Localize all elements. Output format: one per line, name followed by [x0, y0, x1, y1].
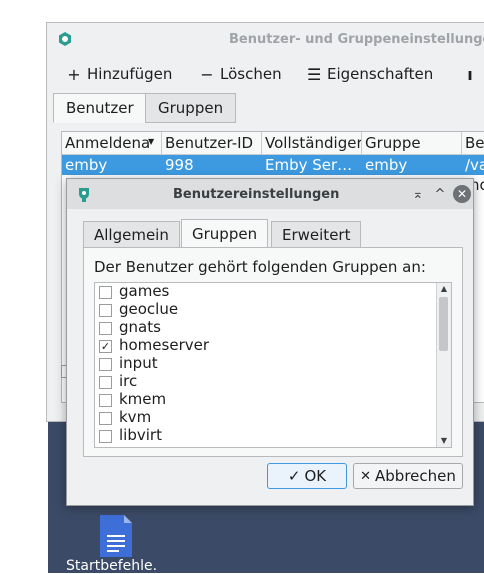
table-row[interactable]: emby 998 Emby Ser… emby /va: [62, 155, 484, 175]
list-item[interactable]: input: [95, 354, 435, 373]
column-home[interactable]: Be: [462, 132, 484, 154]
group-name: kmem: [119, 390, 167, 408]
plus-icon: +: [67, 64, 81, 84]
cell-uid: 998: [165, 156, 194, 174]
list-item[interactable]: gnats: [95, 318, 435, 337]
groups-list: games geoclue gnats ✓ homeserver input i…: [94, 282, 452, 448]
tab-users[interactable]: Benutzer: [53, 93, 147, 123]
scrollbar-thumb[interactable]: [439, 297, 448, 351]
groups-hint: Der Benutzer gehört folgenden Gruppen an…: [94, 258, 426, 276]
group-name: gnats: [119, 318, 161, 336]
sort-arrow-icon: ▼: [148, 137, 155, 146]
group-checkbox[interactable]: [99, 322, 112, 335]
delete-button[interactable]: − Löschen: [200, 63, 282, 85]
group-checkbox[interactable]: [99, 358, 112, 371]
add-label: Hinzufügen: [87, 65, 173, 83]
window-titlebar[interactable]: Benutzer- und Gruppeneinstellungen: [47, 23, 484, 55]
scroll-up-icon[interactable]: ▲: [437, 283, 451, 295]
list-item[interactable]: irc: [95, 372, 435, 391]
info-button[interactable]: ı: [463, 63, 477, 85]
group-name: irc: [119, 372, 138, 390]
check-icon: ✓: [287, 467, 301, 485]
cancel-label: Abbrechen: [375, 467, 456, 485]
dialog-titlebar[interactable]: Benutzereinstellungen ⌅ ^ ✕: [67, 179, 473, 209]
group-name: libvirt: [119, 426, 162, 444]
tab-advanced[interactable]: Erweitert: [271, 221, 362, 249]
tab-groups[interactable]: Gruppen: [181, 219, 269, 249]
dialog-title: Benutzereinstellungen: [173, 187, 340, 202]
group-name: games: [119, 282, 170, 300]
ok-button[interactable]: ✓ OK: [267, 463, 347, 489]
group-checkbox[interactable]: [99, 304, 112, 317]
ok-label: OK: [304, 467, 327, 485]
group-name: homeserver: [119, 336, 210, 354]
maximize-icon[interactable]: ^: [431, 185, 449, 203]
list-item[interactable]: kvm: [95, 408, 435, 427]
column-group[interactable]: Gruppe: [362, 132, 462, 154]
list-item[interactable]: ✓ homeserver: [95, 336, 435, 355]
close-icon[interactable]: ✕: [453, 185, 471, 203]
app-icon: [59, 32, 71, 46]
group-checkbox[interactable]: [99, 376, 112, 389]
list-item[interactable]: geoclue: [95, 300, 435, 319]
cell-fullname: Emby Ser…: [265, 156, 353, 174]
properties-label: Eigenschaften: [327, 65, 434, 83]
groups-panel: Der Benutzer gehört folgenden Gruppen an…: [83, 247, 463, 457]
document-icon[interactable]: [98, 515, 134, 557]
list-item[interactable]: games: [95, 283, 435, 301]
group-checkbox[interactable]: [99, 430, 112, 443]
group-checkbox[interactable]: [99, 286, 112, 299]
group-name: kvm: [119, 408, 152, 426]
cell-group: emby: [365, 156, 408, 174]
minus-icon: −: [200, 64, 214, 84]
group-name: geoclue: [119, 300, 179, 318]
group-name: input: [119, 354, 158, 372]
cancel-button[interactable]: ✕ Abbrechen: [353, 463, 463, 489]
group-checkbox[interactable]: [99, 394, 112, 407]
window-title: Benutzer- und Gruppeneinstellungen: [229, 32, 484, 47]
cell-login: emby: [65, 156, 108, 174]
scroll-down-icon[interactable]: ▼: [437, 435, 451, 447]
column-uid[interactable]: Benutzer-ID: [162, 132, 262, 154]
tab-groups[interactable]: Gruppen: [145, 93, 237, 123]
add-button[interactable]: + Hinzufügen: [67, 63, 172, 85]
list-item[interactable]: libvirt: [95, 426, 435, 445]
user-settings-dialog: Benutzereinstellungen ⌅ ^ ✕ Allgemein Gr…: [66, 178, 474, 506]
column-fullname[interactable]: Vollständiger: [262, 132, 362, 154]
keep-above-icon[interactable]: ⌅: [409, 185, 427, 203]
group-checkbox[interactable]: ✓: [99, 340, 112, 353]
properties-button[interactable]: ☰ Eigenschaften: [307, 63, 433, 85]
desktop-background: [0, 0, 48, 573]
scrollbar[interactable]: ▲ ▼: [436, 283, 451, 447]
info-icon: ı: [467, 64, 473, 84]
desktop-icon-label[interactable]: Startbefehle.: [66, 558, 157, 574]
group-checkbox[interactable]: [99, 412, 112, 425]
list-icon: ☰: [307, 64, 322, 84]
tab-general[interactable]: Allgemein: [83, 221, 180, 249]
delete-label: Löschen: [220, 65, 282, 83]
list-item[interactable]: kmem: [95, 390, 435, 409]
cancel-icon: ✕: [360, 468, 372, 484]
column-login[interactable]: Anmeldena: [62, 132, 162, 154]
cell-home: /va: [465, 156, 484, 174]
table-header: Anmeldena Benutzer-ID Vollständiger Grup…: [62, 132, 484, 155]
toolbar: + Hinzufügen − Löschen ☰ Eigenschaften ı: [47, 59, 484, 89]
app-icon: [79, 188, 89, 202]
